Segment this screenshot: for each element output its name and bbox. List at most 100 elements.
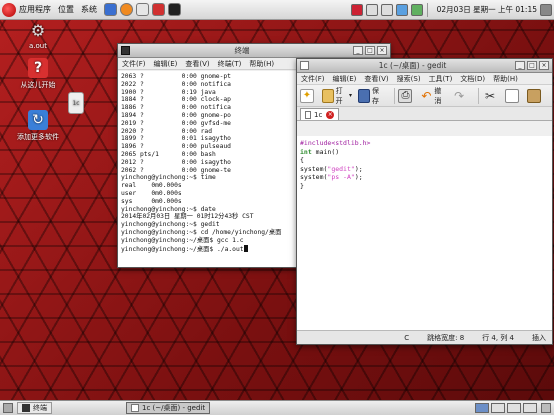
network-tray-icon[interactable] [365, 3, 378, 16]
workspace-switcher [473, 403, 551, 413]
terminal-line: yinchong@yinchong:~/桌面$ ./a.out [121, 245, 244, 253]
terminal-title: 终端 [234, 46, 250, 55]
save-icon [357, 88, 370, 103]
battery-tray-icon[interactable] [410, 3, 423, 16]
taskbar-gedit[interactable]: 1c (~/桌面) - gedit [126, 402, 211, 414]
workspace-2[interactable] [491, 403, 505, 413]
code-token: ); [354, 164, 363, 173]
mail-launcher-icon[interactable] [136, 3, 149, 16]
desktop-icon-aout[interactable]: ⚙ a.out [6, 20, 70, 51]
gedit-menu-edit[interactable]: 编辑(E) [333, 74, 357, 84]
gedit-editor[interactable]: #include<stdlib.h> int main() { system("… [297, 136, 552, 330]
chevron-down-icon[interactable]: ▾ [349, 92, 352, 99]
volume-tray-icon[interactable] [395, 3, 408, 16]
new-button[interactable]: ✦ [300, 88, 316, 103]
firefox-launcher-icon[interactable] [120, 3, 133, 16]
tab-label: 1c [314, 110, 323, 119]
menu-system[interactable]: 系统 [81, 4, 97, 15]
undo-label: 撤消 [434, 86, 442, 105]
language-selector[interactable]: C [404, 334, 409, 342]
tab-1c[interactable]: 1c × [300, 108, 340, 120]
save-button[interactable]: 保存 [357, 86, 384, 106]
undo-button[interactable]: ↶ 撤消 [420, 86, 446, 106]
gedit-menu-view[interactable]: 查看(V) [364, 74, 388, 84]
gedit-title: 1c (~/桌面) - gedit [378, 61, 447, 70]
toolbar-separator [478, 87, 480, 104]
cut-button[interactable]: ✂ [483, 89, 499, 103]
open-folder-icon [322, 88, 334, 103]
terminal-menu-terminal[interactable]: 终端(T) [218, 59, 242, 69]
terminal-titlebar[interactable]: 终端 _ □ × [118, 44, 390, 58]
terminal-app-icon [121, 46, 130, 55]
gedit-app-icon [131, 404, 139, 412]
code-line-6: system("ps -A"); [300, 173, 549, 182]
close-tab-icon[interactable]: × [326, 110, 335, 119]
power-icon[interactable] [540, 3, 552, 16]
help-launcher-icon[interactable] [152, 3, 165, 16]
gedit-menu-tools[interactable]: 工具(T) [429, 74, 453, 84]
copy-button[interactable] [505, 88, 521, 103]
gedit-app-icon [300, 61, 309, 70]
print-button[interactable]: ⎙ [398, 88, 414, 103]
paste-button[interactable] [527, 88, 543, 103]
software-center-icon: ↻ [28, 110, 48, 130]
terminal-menu-help[interactable]: 帮助(H) [249, 59, 274, 69]
gear-icon: ⚙ [30, 20, 46, 40]
gedit-menubar: 文件(F) 编辑(E) 查看(V) 搜索(S) 工具(T) 文档(D) 帮助(H… [297, 73, 552, 85]
terminal-menu-edit[interactable]: 编辑(E) [154, 59, 178, 69]
workspace-3[interactable] [507, 403, 521, 413]
workspace-1[interactable] [475, 403, 489, 413]
code-line-5: system("gedit"); [300, 165, 549, 174]
taskbar-terminal[interactable]: 终端 [17, 402, 52, 414]
gedit-menu-search[interactable]: 搜索(S) [397, 74, 421, 84]
text-file-icon: 1c [68, 92, 84, 114]
gedit-menu-help[interactable]: 帮助(H) [493, 74, 518, 84]
maximize-button[interactable]: □ [527, 61, 537, 70]
cursor-position: 行 4, 列 4 [482, 333, 514, 342]
keyboard-tray-icon[interactable] [380, 3, 393, 16]
workspace-4[interactable] [523, 403, 537, 413]
desktop-icon-start-here[interactable]: ? 从这儿开始 [6, 58, 70, 90]
desktop-icon-1c[interactable]: 1c [56, 92, 96, 116]
maximize-button[interactable]: □ [365, 46, 375, 55]
minimize-button[interactable]: _ [515, 61, 525, 70]
redo-button[interactable]: ↷ [452, 89, 468, 103]
show-desktop-icon[interactable] [3, 403, 13, 413]
open-label: 打开 [335, 86, 343, 105]
gedit-titlebar[interactable]: 1c (~/桌面) - gedit _ □ × [297, 59, 552, 73]
menu-places[interactable]: 位置 [58, 4, 74, 15]
update-tray-icon[interactable] [350, 3, 363, 16]
minimize-button[interactable]: _ [353, 46, 363, 55]
gedit-menu-file[interactable]: 文件(F) [301, 74, 325, 84]
distro-logo-icon[interactable] [2, 2, 16, 17]
close-button[interactable]: × [539, 61, 549, 70]
trash-icon[interactable] [541, 403, 551, 413]
taskbar-label: 终端 [33, 404, 47, 412]
menu-applications[interactable]: 应用程序 [19, 4, 51, 15]
open-button[interactable]: 打开 ▾ [322, 86, 352, 106]
terminal-launcher-icon[interactable] [168, 3, 181, 16]
gedit-window[interactable]: 1c (~/桌面) - gedit _ □ × 文件(F) 编辑(E) 查看(V… [296, 58, 553, 345]
terminal-menu-file[interactable]: 文件(F) [122, 59, 146, 69]
code-token: "gedit" [327, 164, 355, 173]
paste-icon [527, 88, 542, 103]
panel-clock[interactable]: 02月03日 星期一 上午 01:15 [437, 4, 537, 15]
document-icon [305, 110, 311, 119]
toolbar-separator [393, 87, 395, 104]
code-token: system( [300, 173, 328, 182]
browser-launcher-icon[interactable] [104, 3, 117, 16]
terminal-app-icon [22, 404, 30, 412]
tab-width-selector[interactable]: 跳格宽度: 8 [427, 333, 464, 343]
desktop-icon-label: a.out [29, 42, 47, 50]
desktop-icon-label: 从这儿开始 [20, 81, 56, 89]
code-token: system( [300, 164, 328, 173]
undo-icon: ↶ [421, 88, 432, 103]
close-button[interactable]: × [377, 46, 387, 55]
top-panel: 应用程序 位置 系统 02月03日 星期一 上午 01:15 [0, 0, 554, 20]
code-token: main() [311, 147, 340, 156]
gedit-menu-documents[interactable]: 文档(D) [460, 74, 485, 84]
copy-icon [505, 88, 520, 103]
terminal-menu-view[interactable]: 查看(V) [185, 59, 209, 69]
bottom-panel: 终端 1c (~/桌面) - gedit [0, 400, 554, 415]
code-token: <stdlib.h> [331, 139, 371, 147]
